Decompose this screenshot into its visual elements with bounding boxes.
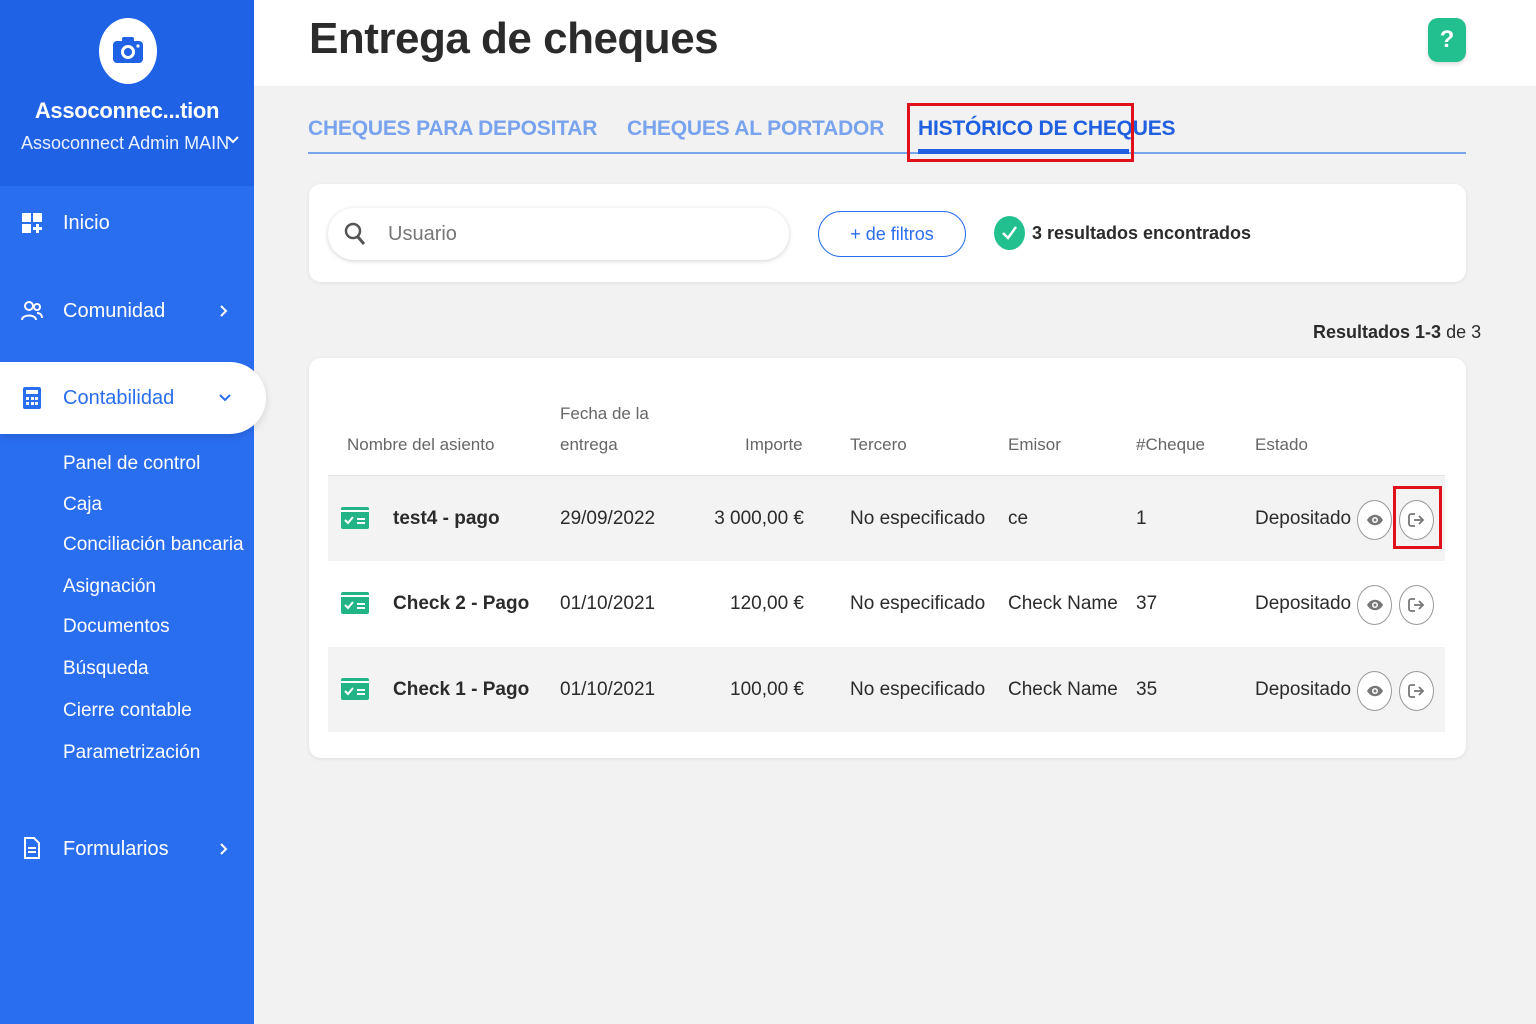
- sidebar-label-comunidad: Comunidad: [63, 299, 166, 322]
- org-logo: [99, 18, 157, 84]
- results-range: Resultados 1-3: [1313, 322, 1442, 342]
- sidebar-subitem-parametrizacion[interactable]: Parametrización: [63, 742, 200, 764]
- table-row[interactable]: test4 - pago 29/09/2022 3 000,00 € No es…: [328, 476, 1445, 561]
- cheque-icon: [341, 592, 369, 614]
- cell-third: No especificado: [850, 678, 986, 700]
- community-icon: [21, 301, 43, 321]
- filter-bar: + de filtros 3 resultados encontrados: [309, 184, 1466, 282]
- camera-icon: [113, 37, 143, 63]
- document-icon: [24, 837, 40, 859]
- sidebar-subitem-busqueda[interactable]: Búsqueda: [63, 658, 149, 680]
- sidebar-item-formularios[interactable]: Formularios: [0, 820, 254, 878]
- more-filters-button[interactable]: + de filtros: [818, 211, 966, 257]
- org-subtitle: Assoconnect Admin MAIN: [21, 133, 230, 153]
- cell-cheque-number: 37: [1136, 592, 1158, 614]
- cell-third: No especificado: [850, 592, 986, 614]
- tabs-divider: [308, 152, 1466, 154]
- column-header-date-line2: entrega: [560, 435, 618, 454]
- dashboard-icon: [22, 213, 42, 233]
- cell-date: 01/10/2021: [560, 678, 656, 700]
- success-badge: [994, 216, 1025, 250]
- column-header-date: Fecha de la entrega: [560, 398, 649, 460]
- sidebar: Assoconnec...tion Assoconnect Admin MAIN…: [0, 0, 266, 1024]
- column-header-status: Estado: [1255, 435, 1308, 454]
- chevron-down-icon: [219, 394, 231, 402]
- tab-highlight-box: [907, 103, 1134, 162]
- search-box[interactable]: [328, 208, 789, 260]
- search-icon: [344, 222, 366, 245]
- sidebar-subitem-conciliacion[interactable]: Conciliación bancaria: [63, 534, 244, 556]
- sidebar-item-comunidad[interactable]: Comunidad: [0, 282, 254, 340]
- cell-amount: 100,00 €: [730, 678, 804, 700]
- action-highlight-box: [1393, 486, 1442, 549]
- cell-name: Check 2 - Pago: [393, 592, 530, 614]
- sidebar-subitem-panel[interactable]: Panel de control: [63, 453, 200, 475]
- tab-cheques-al-portador[interactable]: CHEQUES AL PORTADOR: [627, 117, 884, 141]
- column-header-date-line1: Fecha de la: [560, 404, 649, 423]
- exit-button[interactable]: [1399, 671, 1434, 711]
- sidebar-subitem-documentos[interactable]: Documentos: [63, 616, 170, 638]
- view-button[interactable]: [1357, 585, 1392, 625]
- cell-status: Depositado: [1255, 592, 1352, 614]
- search-input[interactable]: [388, 218, 768, 250]
- sidebar-subitem-cierre[interactable]: Cierre contable: [63, 700, 192, 722]
- eye-icon: [1366, 685, 1383, 697]
- eye-icon: [1366, 514, 1383, 526]
- help-icon: ?: [1439, 26, 1455, 53]
- cell-cheque-number: 35: [1136, 678, 1158, 700]
- cell-date: 29/09/2022: [560, 507, 656, 529]
- column-header-name: Nombre del asiento: [347, 435, 495, 454]
- results-total: de 3: [1446, 322, 1482, 342]
- exit-button[interactable]: [1399, 585, 1434, 625]
- view-button[interactable]: [1357, 500, 1392, 540]
- sidebar-subitem-asignacion[interactable]: Asignación: [63, 576, 156, 598]
- cell-cheque-number: 1: [1136, 507, 1147, 529]
- exit-icon: [1407, 598, 1424, 612]
- exit-icon: [1407, 684, 1424, 698]
- organization-header[interactable]: Assoconnec...tion Assoconnect Admin MAIN: [0, 0, 254, 186]
- view-button[interactable]: [1357, 671, 1392, 711]
- cheque-icon: [341, 507, 369, 529]
- sidebar-label-formularios: Formularios: [63, 837, 169, 860]
- cell-name: test4 - pago: [393, 507, 500, 529]
- page-title: Entrega de cheques: [309, 14, 719, 63]
- check-icon: [1002, 226, 1018, 240]
- cell-issuer: Check Name: [1008, 678, 1118, 700]
- column-header-third: Tercero: [850, 435, 907, 454]
- column-header-cheque: #Cheque: [1136, 435, 1206, 454]
- sidebar-label-contabilidad: Contabilidad: [63, 386, 175, 409]
- cheque-icon: [341, 678, 369, 700]
- cell-name: Check 1 - Pago: [393, 678, 530, 700]
- sidebar-subitem-caja[interactable]: Caja: [63, 494, 102, 516]
- chevron-right-icon: [220, 305, 228, 317]
- cell-issuer: Check Name: [1008, 592, 1118, 614]
- sidebar-label-inicio: Inicio: [63, 211, 110, 234]
- org-name: Assoconnec...tion: [34, 98, 220, 123]
- chevron-down-icon[interactable]: [226, 135, 240, 145]
- help-button[interactable]: ?: [1428, 18, 1466, 62]
- cell-amount: 120,00 €: [730, 592, 804, 614]
- column-header-amount: Importe: [745, 435, 803, 454]
- results-found-label: 3 resultados encontrados: [1032, 223, 1252, 243]
- cell-status: Depositado: [1255, 678, 1352, 700]
- sidebar-item-contabilidad[interactable]: Contabilidad: [0, 362, 266, 434]
- page-header: Entrega de cheques ?: [254, 0, 1536, 86]
- cell-amount: 3 000,00 €: [714, 507, 804, 529]
- cell-date: 01/10/2021: [560, 592, 656, 614]
- cell-issuer: ce: [1008, 507, 1029, 529]
- table-row[interactable]: Check 2 - Pago 01/10/2021 120,00 € No es…: [328, 561, 1445, 646]
- tab-cheques-para-depositar[interactable]: CHEQUES PARA DEPOSITAR: [308, 117, 597, 141]
- eye-icon: [1366, 599, 1383, 611]
- table-row[interactable]: Check 1 - Pago 01/10/2021 100,00 € No es…: [328, 647, 1445, 732]
- sidebar-item-inicio[interactable]: Inicio: [0, 194, 254, 252]
- cell-third: No especificado: [850, 507, 986, 529]
- cell-status: Depositado: [1255, 507, 1352, 529]
- column-header-issuer: Emisor: [1008, 435, 1061, 454]
- calculator-icon: [23, 387, 41, 409]
- results-count: Resultados 1-3 de 3: [1313, 322, 1481, 343]
- chevron-right-icon: [220, 843, 228, 855]
